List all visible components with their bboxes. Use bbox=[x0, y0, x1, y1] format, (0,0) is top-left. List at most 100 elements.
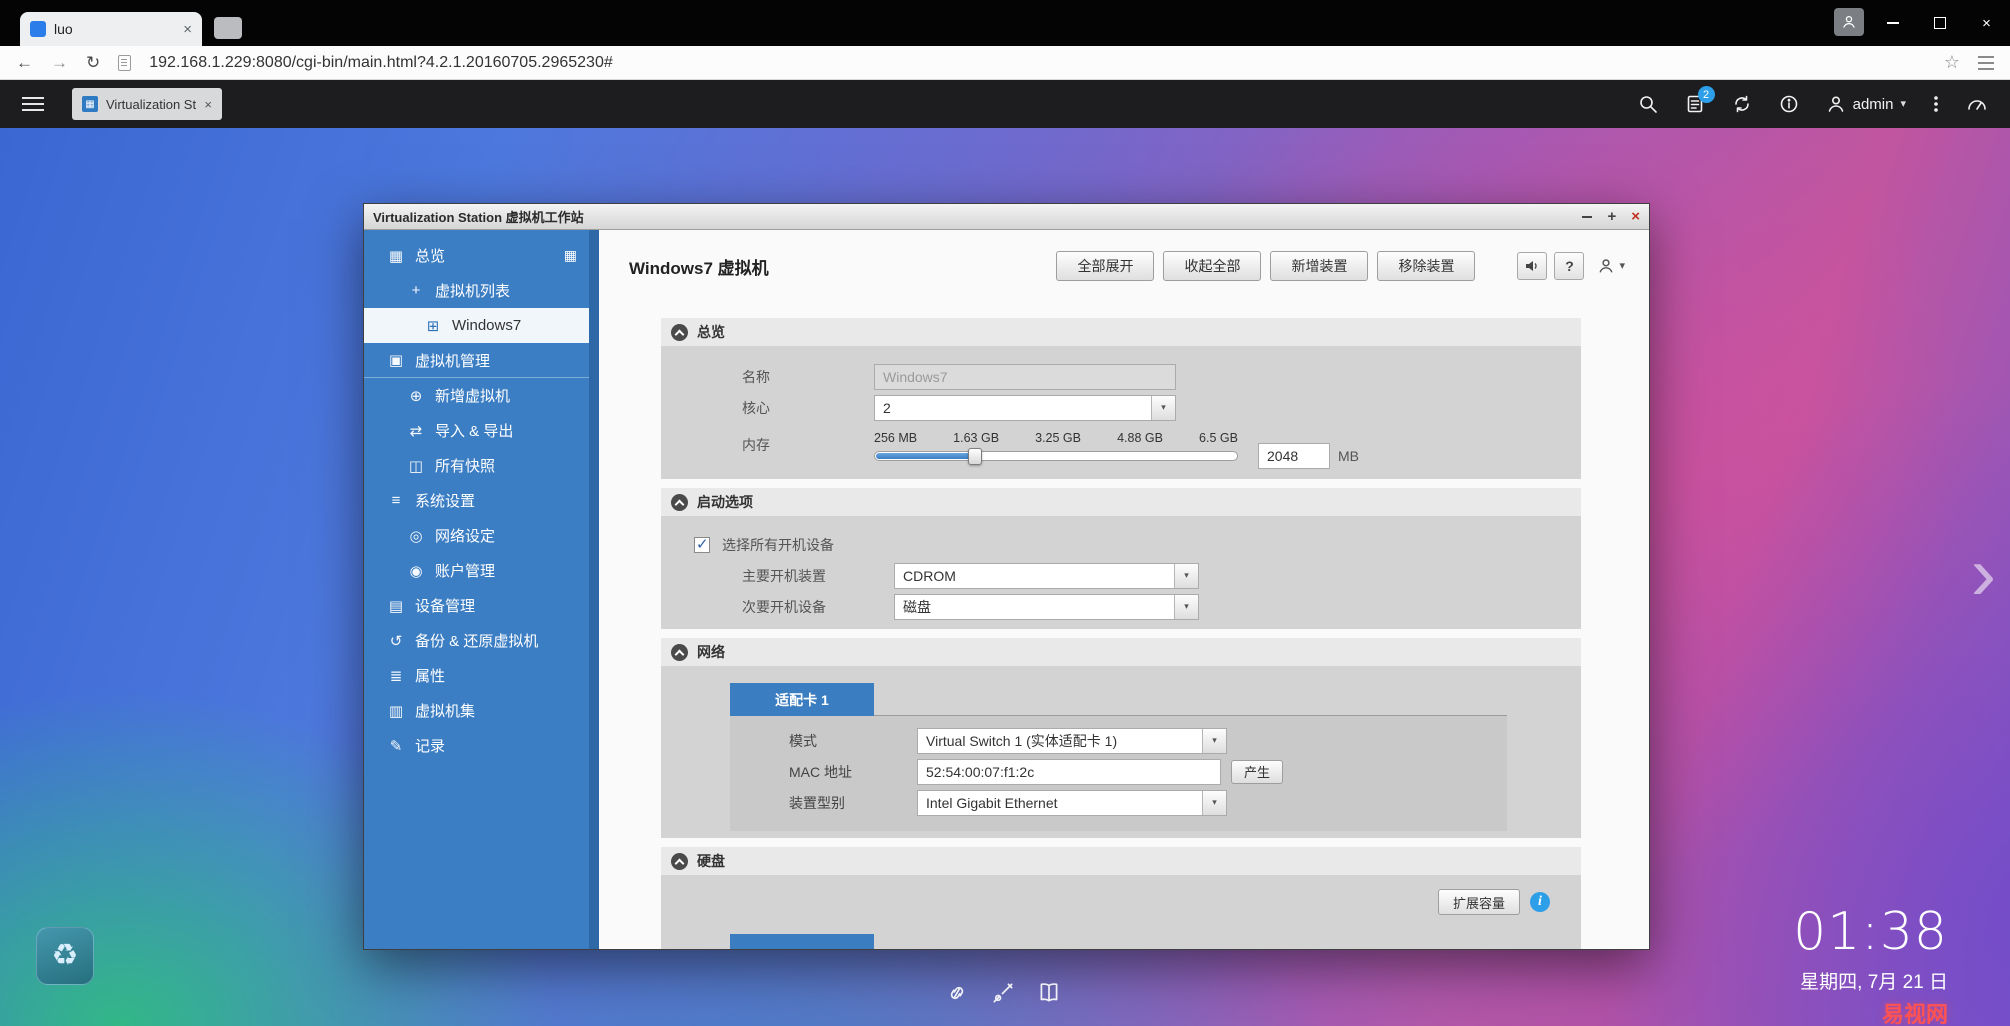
sidebar-item-network-settings[interactable]: ◎ 网络设定 bbox=[364, 518, 589, 553]
adapter-1-tab[interactable]: 适配卡 1 bbox=[730, 683, 874, 716]
sidebar-item-windows7[interactable]: ⊞ Windows7 bbox=[364, 308, 589, 343]
tools-icon[interactable] bbox=[990, 980, 1016, 1011]
help-icon[interactable] bbox=[1554, 252, 1584, 280]
sidebar-item-properties[interactable]: ≣ 属性 bbox=[364, 658, 589, 693]
search-icon[interactable] bbox=[1638, 94, 1658, 114]
sidebar-scrollbar[interactable] bbox=[589, 230, 599, 949]
vs-maximize-icon[interactable] bbox=[1607, 209, 1616, 224]
tab-close-icon[interactable] bbox=[183, 22, 192, 37]
app-tab-virtualization-station[interactable]: Virtualization St... bbox=[72, 88, 222, 120]
maximize-button[interactable] bbox=[1916, 0, 1963, 46]
properties-icon: ≣ bbox=[386, 667, 406, 685]
clock-time: 01:38 bbox=[1793, 906, 1948, 958]
sidebar-item-system-settings[interactable]: ≡ 系统设置 bbox=[364, 483, 589, 518]
user-menu[interactable]: admin bbox=[1826, 94, 1906, 114]
section-boot-options: 启动选项 选择所有开机设备 主要开机装置 CDROM bbox=[661, 488, 1581, 629]
info-icon[interactable] bbox=[1530, 892, 1550, 912]
main-menu-icon[interactable] bbox=[22, 97, 44, 111]
cloud-link-icon[interactable] bbox=[944, 980, 970, 1011]
collection-icon: ▥ bbox=[386, 702, 406, 720]
disk-1-tab[interactable] bbox=[730, 934, 874, 949]
generate-mac-button[interactable]: 产生 bbox=[1231, 760, 1283, 784]
collapse-icon[interactable] bbox=[671, 853, 688, 870]
vs-minimize-icon[interactable] bbox=[1582, 216, 1592, 218]
browser-menu-icon[interactable] bbox=[1978, 56, 1994, 70]
collapse-all-button[interactable]: 收起全部 bbox=[1163, 251, 1261, 281]
memory-slider[interactable] bbox=[874, 451, 1238, 461]
disk-section-header[interactable]: 硬盘 bbox=[661, 847, 1581, 875]
vs-close-icon[interactable] bbox=[1631, 209, 1640, 224]
collapse-icon[interactable] bbox=[671, 644, 688, 661]
page-icon[interactable] bbox=[118, 55, 131, 71]
sidebar-item-vm-management[interactable]: ▣ 虚拟机管理 bbox=[364, 343, 589, 378]
collapse-icon[interactable] bbox=[671, 324, 688, 341]
chevron-down-icon[interactable] bbox=[1174, 564, 1198, 588]
expand-capacity-button[interactable]: 扩展容量 bbox=[1438, 889, 1520, 915]
profile-icon[interactable] bbox=[1834, 8, 1864, 36]
sidebar-item-account-management[interactable]: ◉ 账户管理 bbox=[364, 553, 589, 588]
sidebar-item-snapshots[interactable]: ◫ 所有快照 bbox=[364, 448, 589, 483]
close-button[interactable] bbox=[1963, 0, 2010, 46]
sidebar-item-logs[interactable]: ✎ 记录 bbox=[364, 728, 589, 763]
boot-section-header[interactable]: 启动选项 bbox=[661, 488, 1581, 516]
select-all-boot-label: 选择所有开机设备 bbox=[722, 535, 834, 555]
watermark-logo: 易视网 bbox=[1793, 997, 1948, 1026]
add-vm-icon: ⊕ bbox=[406, 387, 426, 405]
sidebar-item-device-management[interactable]: ▤ 设备管理 bbox=[364, 588, 589, 623]
background-tasks-icon[interactable] bbox=[1732, 94, 1752, 114]
sidebar-item-vm-collection[interactable]: ▥ 虚拟机集 bbox=[364, 693, 589, 728]
sidebar-item-vm-list[interactable]: + 虚拟机列表 bbox=[364, 273, 589, 308]
vm-icon: ⊞ bbox=[423, 317, 443, 335]
chevron-down-icon[interactable] bbox=[1174, 595, 1198, 619]
section-disk: 硬盘 扩展容量 bbox=[661, 847, 1581, 949]
vm-name-field: Windows7 bbox=[874, 364, 1176, 390]
overview-section-header[interactable]: 总览 bbox=[661, 318, 1581, 346]
sidebar-item-create-vm[interactable]: ⊕ 新增虚拟机 bbox=[364, 378, 589, 413]
memory-slider-thumb[interactable] bbox=[968, 448, 982, 465]
cores-select[interactable]: 2 bbox=[874, 395, 1176, 421]
network-section-header[interactable]: 网络 bbox=[661, 638, 1581, 666]
select-all-boot-checkbox[interactable] bbox=[694, 537, 710, 553]
primary-boot-select[interactable]: CDROM bbox=[894, 563, 1199, 589]
manual-book-icon[interactable] bbox=[1036, 980, 1062, 1011]
memory-value-field[interactable]: 2048 bbox=[1258, 443, 1330, 469]
browser-tab[interactable]: luo bbox=[20, 12, 202, 46]
more-options-icon[interactable] bbox=[1933, 94, 1939, 114]
new-tab-button[interactable] bbox=[214, 17, 242, 39]
device-type-select[interactable]: Intel Gigabit Ethernet bbox=[917, 790, 1227, 816]
collapse-icon[interactable] bbox=[671, 494, 688, 511]
network-mode-select[interactable]: Virtual Switch 1 (实体适配卡 1) bbox=[917, 728, 1227, 754]
chevron-down-icon[interactable] bbox=[1151, 396, 1175, 420]
adapter-1-panel: 模式 Virtual Switch 1 (实体适配卡 1) MAC 地址 52:… bbox=[730, 716, 1507, 831]
chevron-down-icon[interactable] bbox=[1202, 791, 1226, 815]
minimize-button[interactable] bbox=[1869, 0, 1916, 46]
mac-address-field[interactable]: 52:54:00:07:f1:2c bbox=[917, 759, 1221, 785]
speaker-icon[interactable] bbox=[1517, 252, 1547, 280]
sidebar-item-overview[interactable]: ▦ 总览 bbox=[364, 238, 589, 273]
forward-icon[interactable] bbox=[51, 54, 68, 71]
resource-monitor-icon[interactable] bbox=[1966, 94, 1988, 114]
sidebar-item-import-export[interactable]: ⇄ 导入 & 导出 bbox=[364, 413, 589, 448]
layout-grid-icon[interactable] bbox=[564, 247, 577, 264]
header-buttons: 全部展开 收起全部 新增装置 移除装置 bbox=[1056, 251, 1475, 281]
secondary-boot-select[interactable]: 磁盘 bbox=[894, 594, 1199, 620]
app-tab-close-icon[interactable] bbox=[204, 98, 212, 111]
remove-device-button[interactable]: 移除装置 bbox=[1377, 251, 1475, 281]
recycle-bin[interactable] bbox=[36, 927, 94, 985]
address-bar[interactable]: 192.168.1.229:8080/cgi-bin/main.html?4.2… bbox=[149, 54, 612, 72]
back-icon[interactable] bbox=[16, 54, 33, 71]
next-page-chevron-icon[interactable] bbox=[1971, 536, 1996, 612]
device-icon: ▤ bbox=[386, 597, 406, 615]
info-icon[interactable] bbox=[1779, 94, 1799, 114]
vs-window-titlebar[interactable]: Virtualization Station 虚拟机工作站 bbox=[364, 204, 1649, 230]
notifications-icon[interactable]: 2 bbox=[1685, 94, 1705, 114]
sidebar-item-backup-restore[interactable]: ↺ 备份 & 还原虚拟机 bbox=[364, 623, 589, 658]
vm-user-menu[interactable] bbox=[1597, 257, 1625, 275]
recycle-icon bbox=[52, 941, 79, 971]
reload-icon[interactable] bbox=[86, 54, 100, 71]
add-device-button[interactable]: 新增装置 bbox=[1270, 251, 1368, 281]
chevron-down-icon[interactable] bbox=[1202, 729, 1226, 753]
bookmark-star-icon[interactable] bbox=[1944, 52, 1960, 73]
mode-label: 模式 bbox=[789, 731, 917, 751]
expand-all-button[interactable]: 全部展开 bbox=[1056, 251, 1154, 281]
